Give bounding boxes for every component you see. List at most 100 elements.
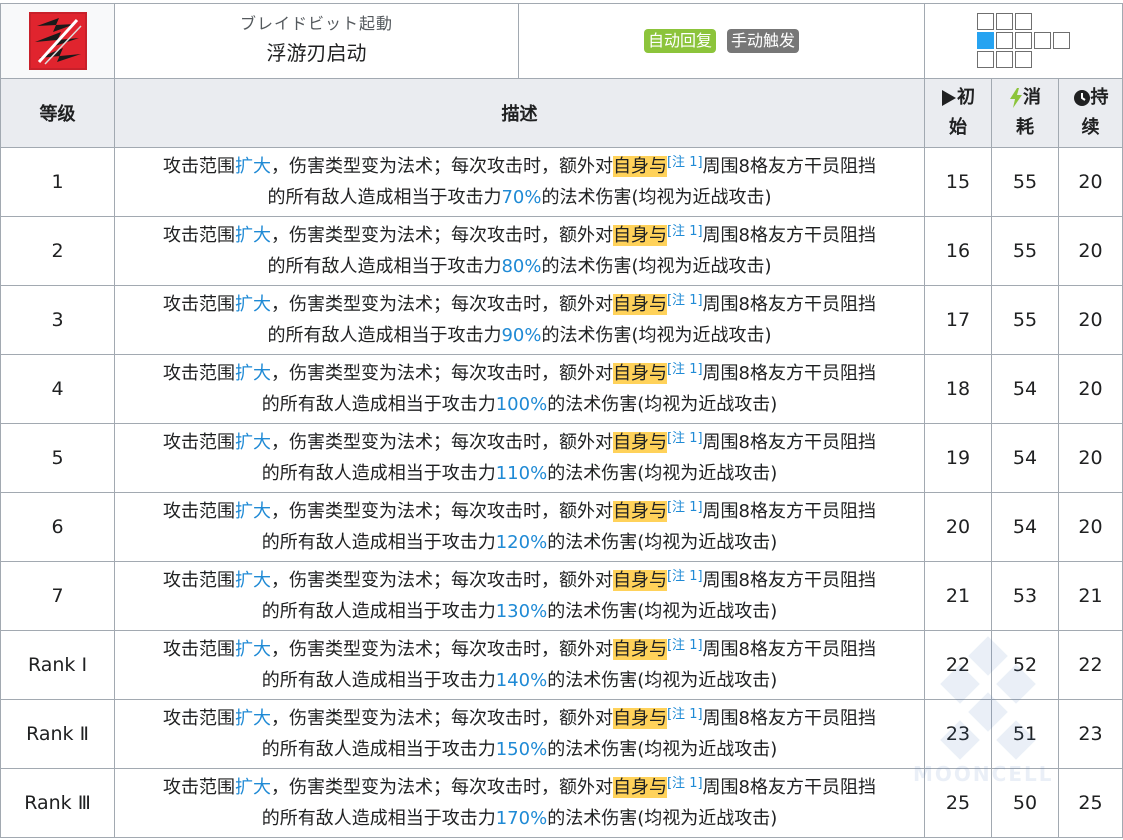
desc-text: 周围8格友方干员阻挡 (702, 708, 876, 729)
desc-text: ，伤害类型变为法术；每次攻击时，额外对 (270, 294, 613, 315)
level-cell: 3 (0, 285, 115, 355)
footnote-link[interactable]: [注 1] (667, 500, 703, 515)
initial-sp-cell: 16 (924, 216, 992, 286)
skill-name-cell: ブレイドビット起動 浮游刃启动 (114, 3, 519, 79)
initial-sp-cell: 20 (924, 492, 992, 562)
desc-keyword-expand[interactable]: 扩大 (235, 363, 271, 384)
initial-sp-cell: 23 (924, 699, 992, 769)
initial-sp-column-header: 初 始 (924, 78, 992, 148)
level-row: Rank Ⅲ 攻击范围扩大，伤害类型变为法术；每次攻击时，额外对自身与[注 1]周… (0, 768, 1123, 838)
sp-cost-cell: 50 (991, 768, 1059, 838)
desc-highlight-self: 自身与 (612, 156, 667, 177)
sp-cost-cell: 55 (991, 216, 1059, 286)
damage-percent: 150% (495, 739, 548, 760)
desc-keyword-expand[interactable]: 扩大 (235, 501, 271, 522)
desc-keyword-expand[interactable]: 扩大 (235, 432, 271, 453)
damage-percent: 130% (495, 601, 548, 622)
desc-text: 攻击范围 (162, 777, 235, 798)
damage-percent: 80% (501, 256, 542, 277)
initial-header-line2: 始 (949, 117, 967, 138)
desc-text: 周围8格友方干员阻挡 (702, 570, 876, 591)
desc-text: 周围8格友方干员阻挡 (702, 777, 876, 798)
desc-text: 攻击范围 (162, 639, 235, 660)
footnote-link[interactable]: [注 1] (667, 569, 703, 584)
level-row: 2 攻击范围扩大，伤害类型变为法术；每次攻击时，额外对自身与[注 1]周围8格友方… (0, 216, 1123, 286)
description-column-header: 描述 (114, 78, 925, 148)
desc-text: 的法术伤害(均视为近战攻击) (547, 601, 778, 622)
footnote-link[interactable]: [注 1] (667, 707, 703, 722)
desc-text: 的所有敌人造成相当于攻击力 (267, 325, 502, 346)
desc-keyword-expand[interactable]: 扩大 (235, 225, 271, 246)
sp-cost-cell: 55 (991, 285, 1059, 355)
duration-cell: 23 (1057, 699, 1123, 769)
duration-header-line2: 续 (1081, 117, 1100, 138)
level-row: 6 攻击范围扩大，伤害类型变为法术；每次攻击时，额外对自身与[注 1]周围8格友方… (0, 492, 1123, 562)
desc-text: 攻击范围 (162, 432, 235, 453)
level-row: 4 攻击范围扩大，伤害类型变为法术；每次攻击时，额外对自身与[注 1]周围8格友方… (0, 354, 1123, 424)
desc-text: 的法术伤害(均视为近战攻击) (541, 256, 772, 277)
footnote-link[interactable]: [注 1] (667, 638, 703, 653)
desc-text: 的法术伤害(均视为近战攻击) (541, 325, 772, 346)
duration-cell: 22 (1057, 630, 1123, 700)
desc-text: 周围8格友方干员阻挡 (702, 225, 876, 246)
footnote-link[interactable]: [注 1] (667, 155, 703, 170)
description-cell: 攻击范围扩大，伤害类型变为法术；每次攻击时，额外对自身与[注 1]周围8格友方干… (114, 216, 925, 286)
sp-cost-cell: 53 (991, 561, 1059, 631)
desc-keyword-expand[interactable]: 扩大 (235, 639, 271, 660)
skill-header-row: ブレイドビット起動 浮游刃启动 自动回复 手动触发 (0, 3, 1123, 79)
damage-percent: 110% (495, 463, 548, 484)
initial-sp-cell: 15 (924, 147, 992, 217)
desc-text: 周围8格友方干员阻挡 (702, 363, 876, 384)
sp-cost-cell: 52 (991, 630, 1059, 700)
footnote-link[interactable]: [注 1] (667, 776, 703, 791)
attack-range-grid (976, 13, 1071, 69)
initial-sp-cell: 21 (924, 561, 992, 631)
desc-highlight-self: 自身与 (612, 363, 667, 384)
duration-cell: 20 (1057, 285, 1123, 355)
description-cell: 攻击范围扩大，伤害类型变为法术；每次攻击时，额外对自身与[注 1]周围8格友方干… (114, 285, 925, 355)
description-cell: 攻击范围扩大，伤害类型变为法术；每次攻击时，额外对自身与[注 1]周围8格友方干… (114, 699, 925, 769)
damage-percent: 70% (501, 187, 542, 208)
desc-keyword-expand[interactable]: 扩大 (235, 294, 271, 315)
desc-text: 的法术伤害(均视为近战攻击) (541, 187, 772, 208)
desc-text: 的法术伤害(均视为近战攻击) (547, 670, 778, 691)
attack-range-cell (923, 3, 1123, 79)
desc-keyword-expand[interactable]: 扩大 (235, 777, 271, 798)
description-cell: 攻击范围扩大，伤害类型变为法术；每次攻击时，额外对自身与[注 1]周围8格友方干… (114, 561, 925, 631)
level-row: 1 攻击范围扩大，伤害类型变为法术；每次攻击时，额外对自身与[注 1]周围8格友方… (0, 147, 1123, 217)
initial-sp-cell: 22 (924, 630, 992, 700)
desc-text: 的所有敌人造成相当于攻击力 (267, 187, 502, 208)
initial-sp-cell: 17 (924, 285, 992, 355)
desc-text: 的法术伤害(均视为近战攻击) (547, 394, 778, 415)
desc-text: 的所有敌人造成相当于攻击力 (267, 256, 502, 277)
description-cell: 攻击范围扩大，伤害类型变为法术；每次攻击时，额外对自身与[注 1]周围8格友方干… (114, 423, 925, 493)
skill-table: ブレイドビット起動 浮游刃启动 自动回复 手动触发 等级 描述 初 始 消 耗 … (0, 3, 1123, 838)
damage-percent: 100% (495, 394, 548, 415)
desc-text: ，伤害类型变为法术；每次攻击时，额外对 (270, 708, 613, 729)
footnote-link[interactable]: [注 1] (667, 362, 703, 377)
damage-percent: 120% (495, 532, 548, 553)
desc-keyword-expand[interactable]: 扩大 (235, 570, 271, 591)
level-cell: 6 (0, 492, 115, 562)
footnote-link[interactable]: [注 1] (667, 224, 703, 239)
level-row: 3 攻击范围扩大，伤害类型变为法术；每次攻击时，额外对自身与[注 1]周围8格友方… (0, 285, 1123, 355)
desc-text: 的法术伤害(均视为近战攻击) (547, 808, 778, 829)
description-cell: 攻击范围扩大，伤害类型变为法术；每次攻击时，额外对自身与[注 1]周围8格友方干… (114, 147, 925, 217)
level-cell: Rank Ⅰ (0, 630, 115, 700)
desc-highlight-self: 自身与 (612, 225, 667, 246)
sp-cost-cell: 54 (991, 354, 1059, 424)
description-cell: 攻击范围扩大，伤害类型变为法术；每次攻击时，额外对自身与[注 1]周围8格友方干… (114, 768, 925, 838)
desc-highlight-self: 自身与 (612, 708, 667, 729)
level-cell: 2 (0, 216, 115, 286)
desc-highlight-self: 自身与 (612, 639, 667, 660)
desc-keyword-expand[interactable]: 扩大 (235, 708, 271, 729)
level-cell: Rank Ⅲ (0, 768, 115, 838)
skill-icon-cell (0, 3, 115, 79)
description-cell: 攻击范围扩大，伤害类型变为法术；每次攻击时，额外对自身与[注 1]周围8格友方干… (114, 492, 925, 562)
initial-header-line1: 初 (957, 87, 975, 108)
desc-keyword-expand[interactable]: 扩大 (235, 156, 271, 177)
footnote-link[interactable]: [注 1] (667, 431, 703, 446)
footnote-link[interactable]: [注 1] (667, 293, 703, 308)
trigger-type-badge: 手动触发 (727, 29, 800, 53)
desc-text: 的法术伤害(均视为近战攻击) (547, 739, 778, 760)
